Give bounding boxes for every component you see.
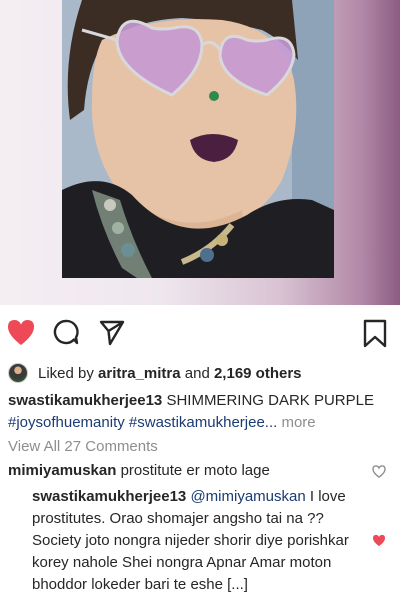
likes-row: Liked by aritra_mitra and 2,169 others: [8, 360, 302, 386]
reply-mention[interactable]: @mimiyamuskan: [190, 488, 305, 505]
heart-icon[interactable]: [6, 318, 36, 351]
paper-plane-icon[interactable]: [98, 318, 126, 351]
action-bar: [0, 312, 400, 352]
likes-text: Liked by aritra_mitra and 2,169 others: [38, 365, 302, 382]
post-caption: swastikamukherjee13 SHIMMERING DARK PURP…: [8, 390, 394, 434]
liked-by-connector: and: [184, 364, 210, 382]
caption-hashtags[interactable]: #joysofhuemanity #swastikamukherjee...: [8, 414, 277, 431]
likes-count[interactable]: 2,169 others: [214, 365, 302, 382]
reply-heart-icon[interactable]: [372, 534, 386, 552]
comment-heart-icon[interactable]: [372, 465, 386, 483]
comment-text: prostitute er moto lage: [120, 462, 270, 479]
post-photo: [62, 0, 334, 278]
post-image[interactable]: [0, 0, 400, 305]
more-link[interactable]: more: [281, 414, 315, 431]
reply-author[interactable]: swastikamukherjee13: [32, 488, 186, 505]
caption-author[interactable]: swastikamukherjee13: [8, 392, 162, 409]
caption-text: SHIMMERING DARK PURPLE: [166, 392, 374, 409]
liked-by-user[interactable]: aritra_mitra: [98, 365, 181, 382]
comment-item: mimiyamuskan prostitute er moto lage: [8, 460, 358, 482]
liked-by-prefix: Liked by: [38, 364, 94, 382]
comment-bubble-icon[interactable]: [52, 318, 80, 351]
reply-item: swastikamukherjee13 @mimiyamuskan I love…: [32, 486, 362, 596]
bookmark-icon[interactable]: [362, 318, 388, 353]
view-all-comments-link[interactable]: View All 27 Comments: [8, 438, 158, 455]
liker-avatar[interactable]: [8, 363, 28, 383]
comment-author[interactable]: mimiyamuskan: [8, 462, 116, 479]
